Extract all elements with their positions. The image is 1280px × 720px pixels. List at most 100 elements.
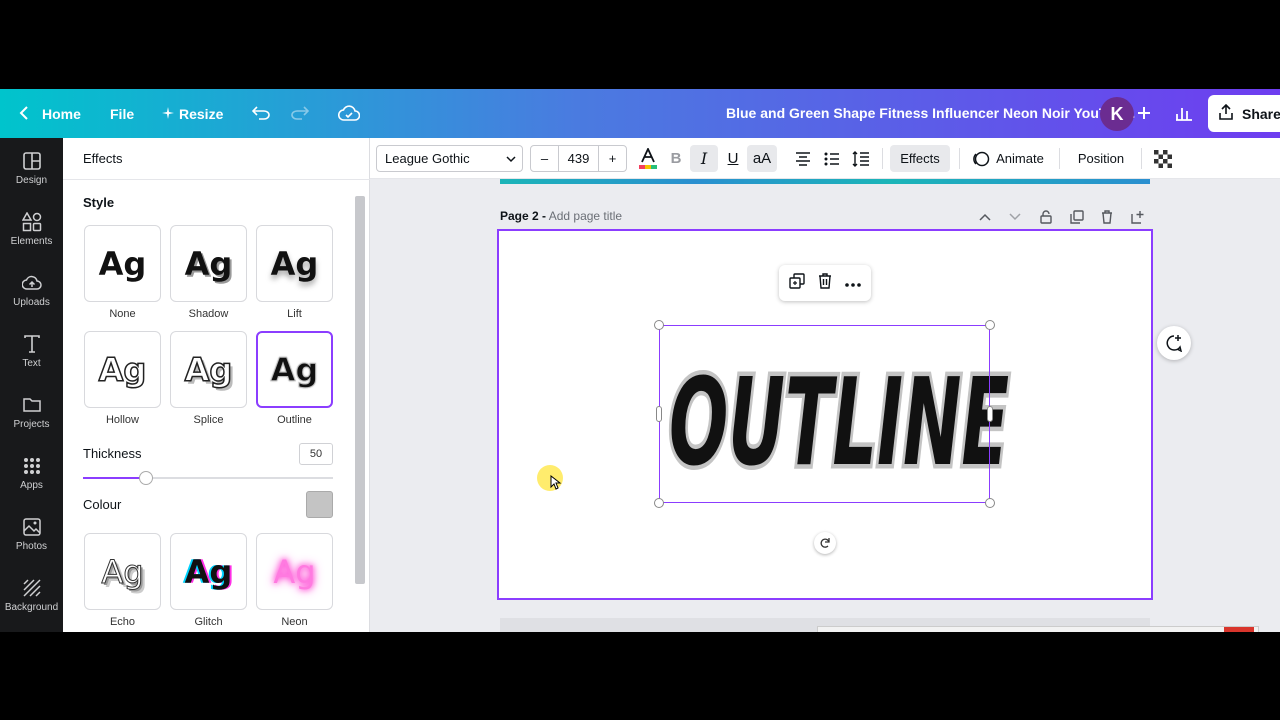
effects-button[interactable]: Effects — [890, 145, 950, 172]
chevron-left-icon[interactable] — [12, 101, 36, 125]
bold-button[interactable]: B — [666, 145, 686, 172]
resize-button[interactable]: Resize — [179, 89, 223, 138]
colour-swatch[interactable] — [306, 491, 333, 518]
add-page-icon[interactable] — [1129, 208, 1147, 226]
mouse-cursor-highlight — [537, 465, 563, 491]
effect-preview: Ag — [84, 331, 161, 408]
effect-outline[interactable]: Ag Outline — [256, 331, 333, 426]
left-nav-rail: Design Elements Uploads Text Projects Ap… — [0, 138, 63, 632]
font-size-input[interactable]: 439 — [559, 146, 598, 171]
resize-handle-ne[interactable] — [985, 320, 995, 330]
add-comment-button[interactable] — [1157, 326, 1191, 360]
background-icon — [22, 579, 41, 597]
effect-splice[interactable]: Ag Splice — [170, 331, 247, 426]
animate-icon — [973, 151, 990, 166]
page-1-bottom-edge — [500, 179, 1150, 184]
sidebar-item-apps[interactable]: Apps — [0, 443, 63, 504]
font-family-value: League Gothic — [385, 151, 470, 166]
undo-icon[interactable] — [249, 101, 273, 125]
underline-button[interactable]: U — [723, 145, 743, 172]
close-icon[interactable] — [1224, 627, 1254, 632]
plus-icon[interactable] — [1132, 101, 1156, 125]
effect-label: Outline — [277, 414, 312, 426]
effect-none[interactable]: Ag None — [84, 225, 161, 320]
effect-glitch[interactable]: Ag Glitch — [170, 533, 247, 628]
sparkle-icon — [160, 101, 176, 125]
photo-icon — [22, 518, 41, 536]
element-context-toolbar — [779, 265, 871, 301]
duplicate-page-icon[interactable] — [1068, 208, 1086, 226]
animate-label: Animate — [996, 151, 1044, 166]
rotate-handle[interactable] — [814, 532, 836, 554]
effect-label: None — [109, 308, 136, 320]
thickness-slider[interactable] — [83, 471, 333, 485]
thickness-slider-knob[interactable] — [138, 471, 153, 485]
lock-icon[interactable] — [1037, 208, 1055, 226]
align-center-button[interactable] — [792, 145, 814, 172]
resize-handle-w[interactable] — [656, 406, 662, 422]
resize-handle-e[interactable] — [987, 406, 993, 422]
sidebar-item-label: Design — [15, 175, 48, 186]
effect-preview: Ag — [84, 533, 161, 610]
effect-preview: Ag — [256, 225, 333, 302]
effect-label: Echo — [109, 616, 136, 628]
effect-lift[interactable]: Ag Lift — [256, 225, 333, 320]
italic-button[interactable]: I — [690, 145, 718, 172]
position-button[interactable]: Position — [1068, 145, 1134, 172]
sidebar-item-photos[interactable]: Photos — [0, 504, 63, 565]
document-title[interactable]: Blue and Green Shape Fitness Influencer … — [726, 89, 1135, 138]
bullet-list-icon — [824, 152, 839, 165]
panel-scrollbar[interactable] — [354, 190, 366, 632]
font-family-select[interactable]: League Gothic — [376, 145, 523, 172]
delete-page-icon[interactable] — [1098, 208, 1116, 226]
text-color-icon — [639, 147, 657, 169]
home-button[interactable]: Home — [42, 89, 81, 138]
effect-neon[interactable]: Ag Neon — [256, 533, 333, 628]
effect-echo[interactable]: Ag Echo — [84, 533, 161, 628]
share-button[interactable]: Share — [1208, 95, 1280, 132]
animate-button[interactable]: Animate — [968, 145, 1048, 172]
avatar[interactable]: K — [1100, 97, 1134, 131]
effect-label: Splice — [193, 414, 224, 426]
effect-shadow[interactable]: Ag Shadow — [170, 225, 247, 320]
duplicate-icon[interactable] — [789, 272, 806, 294]
sidebar-item-design[interactable]: Design — [0, 138, 63, 199]
folder-icon — [22, 398, 41, 412]
spacing-button[interactable] — [850, 145, 872, 172]
effect-preview: Ag — [170, 225, 247, 302]
decrease-size-button[interactable]: – — [531, 146, 559, 171]
sidebar-item-uploads[interactable]: Uploads — [0, 260, 63, 321]
list-button[interactable] — [821, 145, 843, 172]
sidebar-item-background[interactable]: Background — [0, 565, 63, 626]
scrollbar-thumb[interactable] — [355, 196, 365, 584]
resize-handle-sw[interactable] — [654, 498, 664, 508]
text-toolbar: League Gothic – 439 + B I U aA Effects A… — [370, 138, 1280, 179]
sidebar-item-elements[interactable]: Elements — [0, 199, 63, 260]
resize-handle-nw[interactable] — [654, 320, 664, 330]
transparency-button[interactable] — [1152, 145, 1174, 172]
redo-icon[interactable] — [288, 101, 312, 125]
apps-grid-icon — [23, 458, 40, 474]
sidebar-item-projects[interactable]: Projects — [0, 382, 63, 443]
letter-case-button[interactable]: aA — [747, 145, 777, 172]
file-menu-button[interactable]: File — [110, 89, 134, 138]
chevron-down-icon[interactable] — [1006, 208, 1024, 226]
thickness-value-field[interactable]: 50 — [299, 443, 333, 465]
trash-icon[interactable] — [818, 272, 832, 294]
sidebar-item-text[interactable]: Text — [0, 321, 63, 382]
effect-label: Lift — [287, 308, 302, 320]
text-icon — [23, 335, 40, 353]
resize-handle-se[interactable] — [985, 498, 995, 508]
increase-size-button[interactable]: + — [598, 146, 626, 171]
chevron-up-icon[interactable] — [976, 208, 994, 226]
effect-label: Glitch — [194, 616, 223, 628]
page-title-input[interactable]: Add page title — [549, 209, 622, 223]
text-color-button[interactable] — [636, 145, 660, 172]
analytics-bar-icon[interactable] — [1172, 101, 1196, 125]
cloud-saved-icon[interactable] — [337, 101, 361, 125]
effect-hollow[interactable]: Ag Hollow — [84, 331, 161, 426]
more-options-icon[interactable] — [844, 274, 861, 292]
line-spacing-icon — [852, 150, 869, 167]
sidebar-item-label: Background — [4, 602, 59, 613]
page-label: Page 2 - Add page title — [500, 209, 622, 223]
